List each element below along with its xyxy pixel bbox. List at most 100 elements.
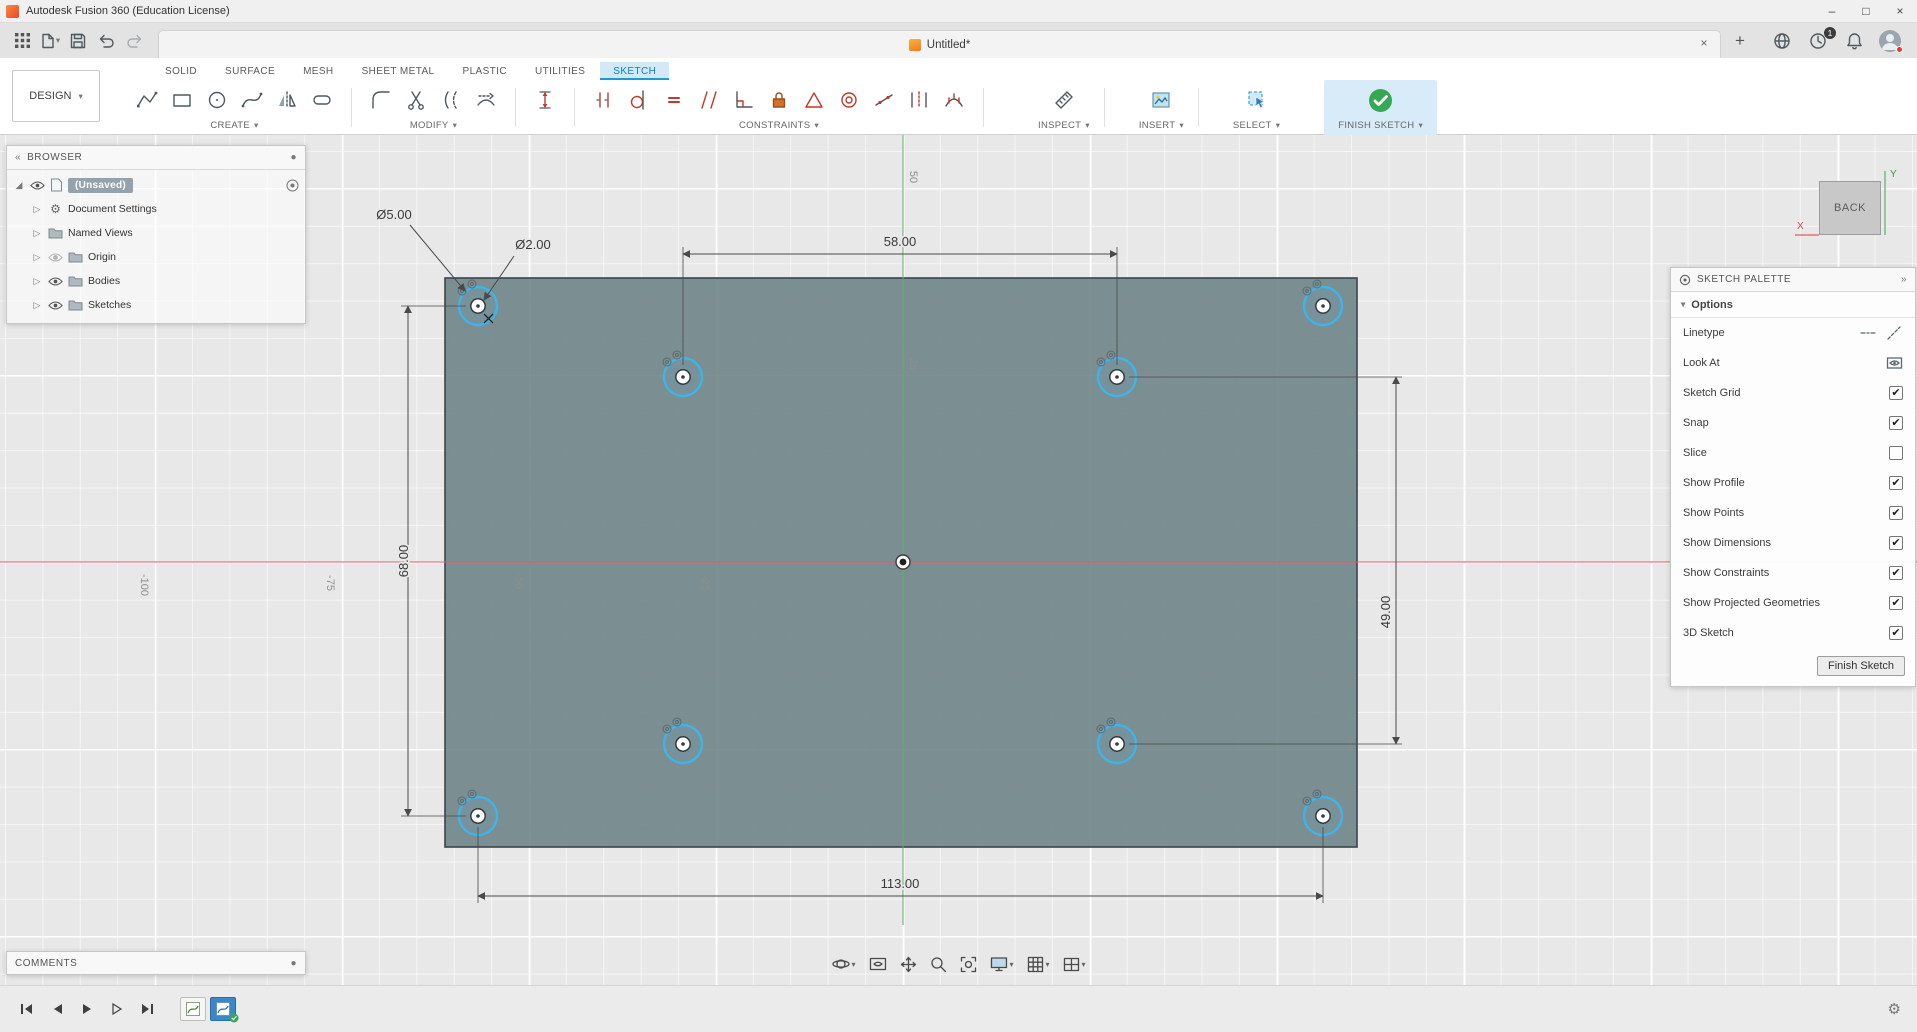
- panel-options-dot-icon[interactable]: ●: [290, 152, 297, 163]
- tree-expand-icon[interactable]: ▷: [31, 204, 43, 215]
- tree-expand-icon[interactable]: ▷: [31, 252, 43, 263]
- construction-linetype-button[interactable]: [1885, 324, 1903, 342]
- collapse-panel-icon[interactable]: «: [15, 152, 21, 163]
- sketch-grid-checkbox[interactable]: ✔: [1889, 386, 1903, 400]
- job-status-button[interactable]: 1: [1807, 26, 1836, 52]
- file-menu-button[interactable]: ▾: [36, 28, 64, 54]
- select-tool-button[interactable]: [1242, 85, 1272, 115]
- symmetry-constraint-button[interactable]: [904, 85, 934, 115]
- panel-options-dot-icon[interactable]: ●: [290, 958, 297, 969]
- browser-item-document-settings[interactable]: ▷ ⚙ Document Settings: [7, 197, 305, 221]
- select-group-label[interactable]: SELECT ▾: [1233, 120, 1280, 131]
- activate-radio-icon[interactable]: [286, 179, 299, 192]
- tangent-constraint-button[interactable]: [624, 85, 654, 115]
- dimension-value[interactable]: 58.00: [882, 232, 918, 251]
- perpendicular-constraint-button[interactable]: [729, 85, 759, 115]
- visibility-eye-icon[interactable]: [48, 300, 63, 311]
- visibility-eye-icon[interactable]: [48, 276, 63, 287]
- midpoint-constraint-button[interactable]: [799, 85, 829, 115]
- horizontal-vertical-constraint-button[interactable]: [589, 85, 619, 115]
- user-avatar[interactable]: [1879, 29, 1903, 53]
- slot-tool-button[interactable]: [307, 85, 337, 115]
- spline-tool-button[interactable]: [237, 85, 267, 115]
- maximize-button[interactable]: □: [1849, 0, 1883, 22]
- dimension-value[interactable]: Ø5.00: [375, 205, 414, 224]
- dimension-value[interactable]: 49.00: [1376, 594, 1395, 630]
- extend-tool-button[interactable]: [471, 85, 501, 115]
- document-tab[interactable]: Untitled* ×: [158, 30, 1721, 58]
- tree-expand-icon[interactable]: ▷: [31, 300, 43, 311]
- notifications-button[interactable]: [1843, 30, 1865, 52]
- sketch-dimension-button[interactable]: [530, 85, 560, 115]
- app-grid-menu-button[interactable]: [8, 28, 36, 54]
- browser-item-origin[interactable]: ▷ Origin: [7, 245, 305, 269]
- orbit-button[interactable]: ▾: [828, 953, 858, 975]
- browser-root-row[interactable]: ◢ (Unsaved): [7, 173, 305, 197]
- line-tool-button[interactable]: [132, 85, 162, 115]
- timeline-item-sketch-2-active[interactable]: [210, 997, 239, 1023]
- grid-settings-button[interactable]: ▾: [1024, 954, 1053, 975]
- undo-button[interactable]: [92, 28, 120, 54]
- inspect-group-label[interactable]: INSPECT ▾: [1038, 120, 1090, 131]
- show-points-checkbox[interactable]: ✔: [1889, 506, 1903, 520]
- finish-sketch-palette-button[interactable]: Finish Sketch: [1816, 656, 1905, 676]
- browser-item-named-views[interactable]: ▷ Named Views: [7, 221, 305, 245]
- redo-button[interactable]: [120, 28, 148, 54]
- display-settings-button[interactable]: ▾: [986, 954, 1016, 974]
- timeline-item-sketch-1[interactable]: [180, 997, 206, 1021]
- equal-constraint-button[interactable]: [659, 85, 689, 115]
- tab-utilities[interactable]: UTILITIES: [522, 62, 598, 80]
- circle-tool-button[interactable]: [202, 85, 232, 115]
- visibility-eye-icon[interactable]: [30, 180, 45, 191]
- tab-surface[interactable]: SURFACE: [212, 62, 288, 80]
- insert-image-button[interactable]: [1146, 85, 1176, 115]
- extensions-globe-button[interactable]: [1771, 30, 1793, 52]
- show-projected-geometries-checkbox[interactable]: ✔: [1889, 596, 1903, 610]
- tab-sheet-metal[interactable]: SHEET METAL: [349, 62, 448, 80]
- dimension-value[interactable]: 68.00: [394, 543, 413, 579]
- root-document-label[interactable]: (Unsaved): [68, 177, 134, 193]
- minimize-button[interactable]: –: [1815, 0, 1849, 22]
- options-section-header[interactable]: ▾ Options: [1671, 292, 1915, 318]
- show-constraints-checkbox[interactable]: ✔: [1889, 566, 1903, 580]
- viewcube-back-face[interactable]: BACK: [1819, 181, 1881, 235]
- collapse-panel-right-icon[interactable]: »: [1901, 274, 1907, 285]
- fix-constraint-button[interactable]: [764, 85, 794, 115]
- trim-tool-button[interactable]: [401, 85, 431, 115]
- constraints-group-label[interactable]: CONSTRAINTS ▾: [739, 120, 819, 131]
- dimension-value[interactable]: Ø2.00: [514, 235, 553, 254]
- finish-sketch-button[interactable]: [1366, 85, 1396, 115]
- browser-item-bodies[interactable]: ▷ Bodies: [7, 269, 305, 293]
- dimension-value[interactable]: 113.00: [879, 874, 921, 893]
- zoom-button[interactable]: [926, 954, 949, 975]
- origin-point[interactable]: [895, 554, 911, 570]
- step-forward-button[interactable]: [106, 998, 128, 1020]
- browser-header[interactable]: « BROWSER ●: [7, 146, 305, 170]
- viewcube[interactable]: X Y BACK: [1789, 165, 1909, 247]
- concentric-constraint-button[interactable]: [834, 85, 864, 115]
- timeline-settings-gear-icon[interactable]: ⚙: [1888, 1000, 1901, 1018]
- skip-to-end-button[interactable]: [136, 998, 158, 1020]
- save-button[interactable]: [64, 28, 92, 54]
- finish-sketch-label[interactable]: FINISH SKETCH ▾: [1338, 120, 1423, 131]
- mirror-tool-button[interactable]: [272, 85, 302, 115]
- collinear-constraint-button[interactable]: [869, 85, 899, 115]
- insert-group-label[interactable]: INSERT ▾: [1139, 120, 1184, 131]
- curvature-constraint-button[interactable]: [939, 85, 969, 115]
- new-tab-button[interactable]: +: [1727, 28, 1753, 54]
- tab-plastic[interactable]: PLASTIC: [450, 62, 520, 80]
- centerline-linetype-button[interactable]: [1859, 324, 1877, 342]
- look-at-button[interactable]: [1885, 354, 1903, 372]
- visibility-eye-icon[interactable]: [48, 252, 63, 263]
- look-at-button-nav[interactable]: [865, 954, 889, 974]
- measure-tool-button[interactable]: [1049, 85, 1079, 115]
- fillet-tool-button[interactable]: [366, 85, 396, 115]
- rectangle-tool-button[interactable]: [167, 85, 197, 115]
- tab-sketch[interactable]: SKETCH: [600, 62, 670, 80]
- viewports-button[interactable]: ▾: [1060, 955, 1089, 974]
- browser-item-sketches[interactable]: ▷ Sketches: [7, 293, 305, 317]
- tree-expanded-icon[interactable]: ◢: [13, 180, 25, 191]
- snap-checkbox[interactable]: ✔: [1889, 416, 1903, 430]
- close-button[interactable]: ×: [1883, 0, 1917, 22]
- comments-header[interactable]: COMMENTS ●: [7, 952, 305, 974]
